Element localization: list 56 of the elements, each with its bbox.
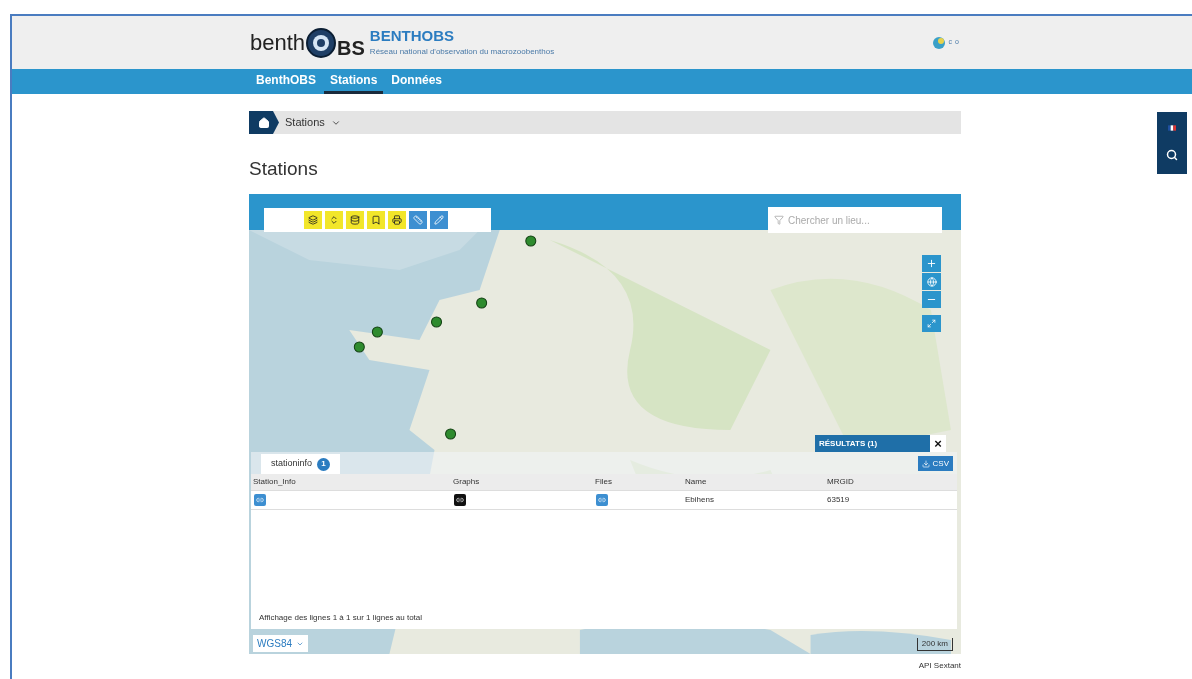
column-header[interactable]: Files xyxy=(593,474,683,490)
pencil-icon xyxy=(434,215,444,225)
draw-tool-button[interactable] xyxy=(430,211,448,229)
close-button[interactable]: × xyxy=(930,435,946,452)
tab-label: stationinfo xyxy=(271,457,313,471)
partner-logo-icon xyxy=(931,35,946,50)
home-button[interactable] xyxy=(249,111,279,134)
flag-icon[interactable] xyxy=(1168,125,1176,131)
zoom-in-button[interactable] xyxy=(922,255,941,272)
column-header[interactable]: Station_Info xyxy=(251,474,451,490)
table-footer-text: Affichage des lignes 1 à 1 sur 1 lignes au total xyxy=(258,612,424,624)
chain-icon xyxy=(456,496,464,504)
filter-icon xyxy=(774,215,784,225)
chain-icon xyxy=(256,496,264,504)
site-subtitle: Réseau national d'observation du macrozoobenthos xyxy=(369,45,555,58)
ruler-icon xyxy=(413,215,423,225)
breadcrumb-dropdown[interactable]: Stations xyxy=(285,114,341,131)
zoom-out-button[interactable] xyxy=(922,291,941,308)
count-badge: 1 xyxy=(317,457,331,471)
place-search-field[interactable]: Chercher un lieu... xyxy=(768,207,942,233)
column-header[interactable]: Name xyxy=(683,474,825,490)
attribution-text: API Sextant xyxy=(918,660,961,672)
projection-dropdown[interactable]: WGS84 xyxy=(253,635,308,652)
table-cell-text: Ebihens xyxy=(684,494,715,506)
csv-export-button[interactable]: CSV xyxy=(917,456,953,471)
download-icon xyxy=(921,459,930,468)
fullscreen-button[interactable] xyxy=(922,315,941,332)
logo-text: benth xyxy=(250,31,306,54)
up-down-arrows-icon xyxy=(329,215,339,225)
scale-bar: 200 km xyxy=(916,638,953,651)
sort-tool-button[interactable] xyxy=(325,211,343,229)
layers-icon xyxy=(308,215,318,225)
print-tool-button[interactable] xyxy=(388,211,406,229)
logo-icon xyxy=(305,26,338,59)
globe-icon xyxy=(926,276,937,287)
add-layer-tool-button[interactable] xyxy=(346,211,364,229)
bookmark-icon xyxy=(371,215,381,225)
results-tab[interactable]: stationinfo 1 xyxy=(261,454,341,474)
layers-tool-button[interactable] xyxy=(304,211,322,229)
logo-text: BS xyxy=(337,37,365,58)
home-icon xyxy=(258,116,270,129)
site-title: BENTHOBS xyxy=(369,27,456,46)
bookmark-tool-button[interactable] xyxy=(367,211,385,229)
results-title: RÉSULTATS (1) xyxy=(819,437,878,450)
page-title: Stations xyxy=(249,159,319,178)
search-icon[interactable] xyxy=(1166,149,1178,161)
link-icon[interactable] xyxy=(454,494,466,506)
column-header[interactable]: MRGID xyxy=(825,474,957,490)
printer-icon xyxy=(392,215,402,225)
table-cell-text: 63519 xyxy=(826,494,851,506)
stack-icon xyxy=(350,215,360,225)
plus-icon xyxy=(926,258,937,269)
column-header[interactable]: Graphs xyxy=(451,474,593,490)
expand-icon xyxy=(927,319,936,328)
globe-button[interactable] xyxy=(922,273,941,290)
chain-icon xyxy=(598,496,606,504)
